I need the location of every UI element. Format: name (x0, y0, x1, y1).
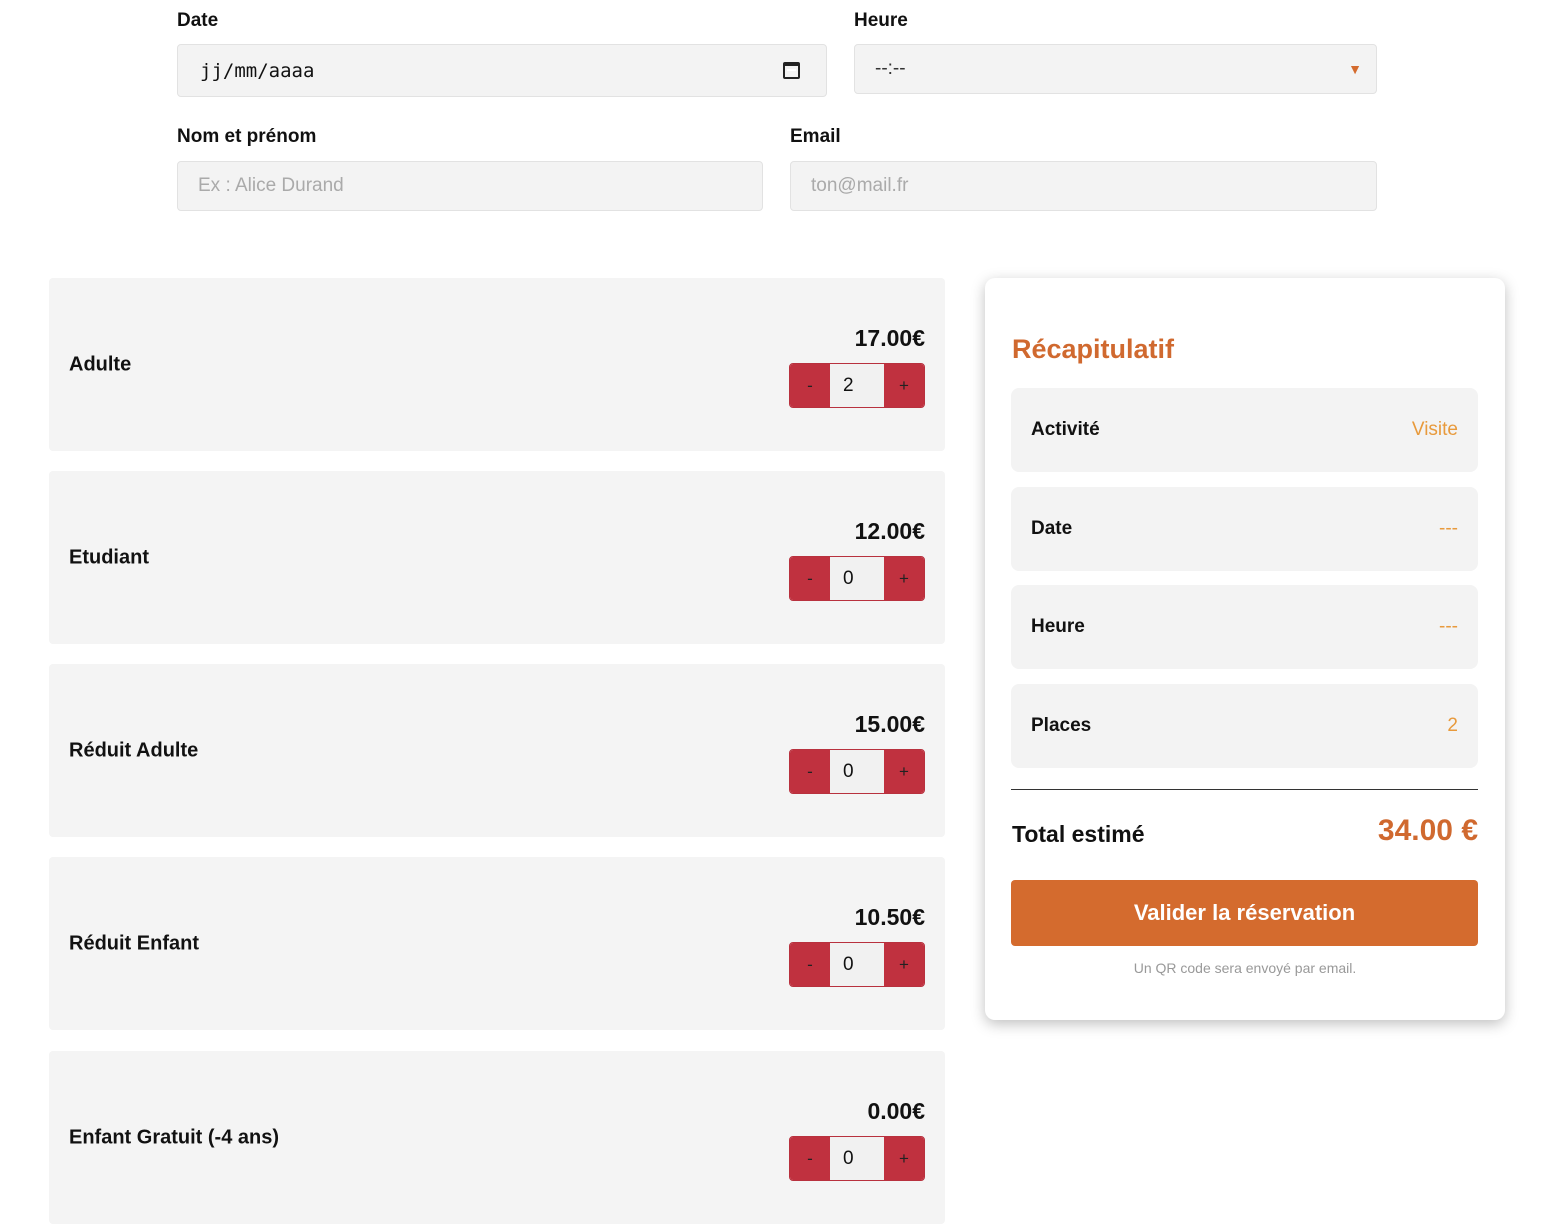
summary-key: Activité (1031, 419, 1100, 440)
quantity-input[interactable]: 0 (830, 1137, 884, 1180)
quantity-stepper: - 0 + (789, 942, 925, 987)
ticket-name: Réduit Adulte (69, 739, 199, 761)
summary-row-date: Date --- (1011, 487, 1478, 571)
name-input[interactable]: Ex : Alice Durand (177, 161, 763, 211)
increment-button[interactable]: + (884, 943, 924, 986)
decrement-button[interactable]: - (790, 943, 830, 986)
quantity-stepper: - 0 + (789, 1136, 925, 1181)
decrement-button[interactable]: - (790, 557, 830, 600)
decrement-button[interactable]: - (790, 750, 830, 793)
summary-card: Récapitulatif Activité Visite Date --- H… (985, 278, 1505, 1020)
submit-button[interactable]: Valider la réservation (1011, 880, 1478, 946)
ticket-card: Etudiant 12.00€ - 0 + (49, 471, 945, 644)
divider (1011, 789, 1478, 790)
email-placeholder: ton@mail.fr (811, 175, 909, 196)
summary-row-places: Places 2 (1011, 684, 1478, 768)
quantity-stepper: - 0 + (789, 556, 925, 601)
increment-button[interactable]: + (884, 1137, 924, 1180)
email-input[interactable]: ton@mail.fr (790, 161, 1377, 211)
total-value: 34.00 € (1377, 814, 1478, 847)
decrement-button[interactable]: - (790, 364, 830, 407)
quantity-input[interactable]: 0 (830, 750, 884, 793)
ticket-card: Réduit Adulte 15.00€ - 0 + (49, 664, 945, 837)
summary-value: Visite (1411, 419, 1458, 440)
summary-key: Date (1031, 518, 1073, 539)
total-label: Total estimé (1012, 821, 1145, 847)
summary-value: --- (1439, 616, 1458, 637)
summary-key: Places (1031, 715, 1092, 736)
time-select[interactable]: --:-- ▼ (854, 44, 1377, 94)
ticket-price: 12.00€ (854, 518, 925, 544)
ticket-name: Etudiant (69, 546, 149, 568)
quantity-stepper: - 2 + (789, 363, 925, 408)
time-label: Heure (854, 10, 908, 31)
qr-note: Un QR code sera envoyé par email. (1133, 960, 1357, 976)
quantity-stepper: - 0 + (789, 749, 925, 794)
quantity-input[interactable]: 0 (830, 557, 884, 600)
increment-button[interactable]: + (884, 557, 924, 600)
summary-row-activity: Activité Visite (1011, 388, 1478, 472)
ticket-name: Enfant Gratuit (-4 ans) (69, 1126, 280, 1148)
chevron-down-icon: ▼ (1348, 61, 1362, 77)
ticket-name: Adulte (69, 353, 132, 375)
increment-button[interactable]: + (884, 364, 924, 407)
ticket-card: Enfant Gratuit (-4 ans) 0.00€ - 0 + (49, 1051, 945, 1224)
date-value: jj/mm/aaaa (200, 59, 315, 82)
quantity-input[interactable]: 0 (830, 943, 884, 986)
decrement-button[interactable]: - (790, 1137, 830, 1180)
time-value: --:-- (875, 58, 906, 79)
date-input[interactable]: jj/mm/aaaa (177, 44, 827, 97)
name-placeholder: Ex : Alice Durand (198, 175, 344, 196)
ticket-price: 0.00€ (867, 1098, 925, 1124)
email-label: Email (790, 126, 841, 147)
quantity-input[interactable]: 2 (830, 364, 884, 407)
summary-value: --- (1439, 518, 1458, 539)
summary-row-time: Heure --- (1011, 585, 1478, 669)
summary-key: Heure (1031, 616, 1085, 637)
ticket-price: 10.50€ (854, 904, 925, 930)
summary-value: 2 (1447, 715, 1458, 736)
ticket-price: 17.00€ (854, 325, 925, 351)
calendar-icon[interactable] (783, 62, 800, 79)
name-label: Nom et prénom (177, 126, 317, 147)
summary-title: Récapitulatif (1012, 334, 1175, 364)
ticket-card: Adulte 17.00€ - 2 + (49, 278, 945, 451)
date-label: Date (177, 10, 219, 31)
ticket-card: Réduit Enfant 10.50€ - 0 + (49, 857, 945, 1030)
ticket-price: 15.00€ (854, 711, 925, 737)
increment-button[interactable]: + (884, 750, 924, 793)
ticket-name: Réduit Enfant (69, 932, 199, 954)
